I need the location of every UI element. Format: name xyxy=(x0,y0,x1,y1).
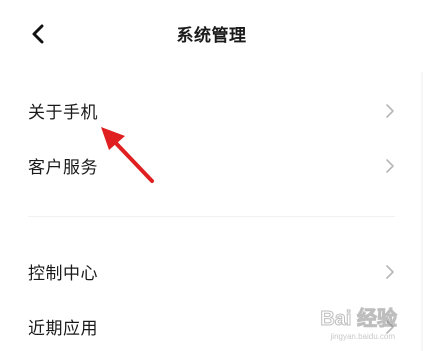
list-item-label: 控制中心 xyxy=(28,264,98,284)
list-item-customer-service[interactable]: 客户服务 xyxy=(0,138,423,193)
list-item-recent-apps[interactable]: 近期应用 xyxy=(0,299,423,351)
settings-group-2: 控制中心 近期应用 xyxy=(0,244,423,351)
list-item-about-phone[interactable]: 关于手机 xyxy=(0,83,423,138)
chevron-right-icon xyxy=(386,103,394,118)
system-management-screen: 系统管理 关于手机 客户服务 控制中心 近期应用 Bai 经验 jingyan.… xyxy=(0,0,423,351)
chevron-right-icon xyxy=(386,319,394,334)
list-item-control-center[interactable]: 控制中心 xyxy=(0,244,423,299)
section-divider xyxy=(28,216,395,217)
list-item-label: 近期应用 xyxy=(28,319,98,339)
chevron-right-icon xyxy=(386,158,394,173)
list-item-label: 关于手机 xyxy=(28,103,98,123)
chevron-right-icon xyxy=(386,264,394,279)
settings-group-1: 关于手机 客户服务 xyxy=(0,83,423,193)
page-title: 系统管理 xyxy=(176,26,247,46)
list-item-label: 客户服务 xyxy=(28,158,98,178)
header-bar: 系统管理 xyxy=(0,0,423,72)
